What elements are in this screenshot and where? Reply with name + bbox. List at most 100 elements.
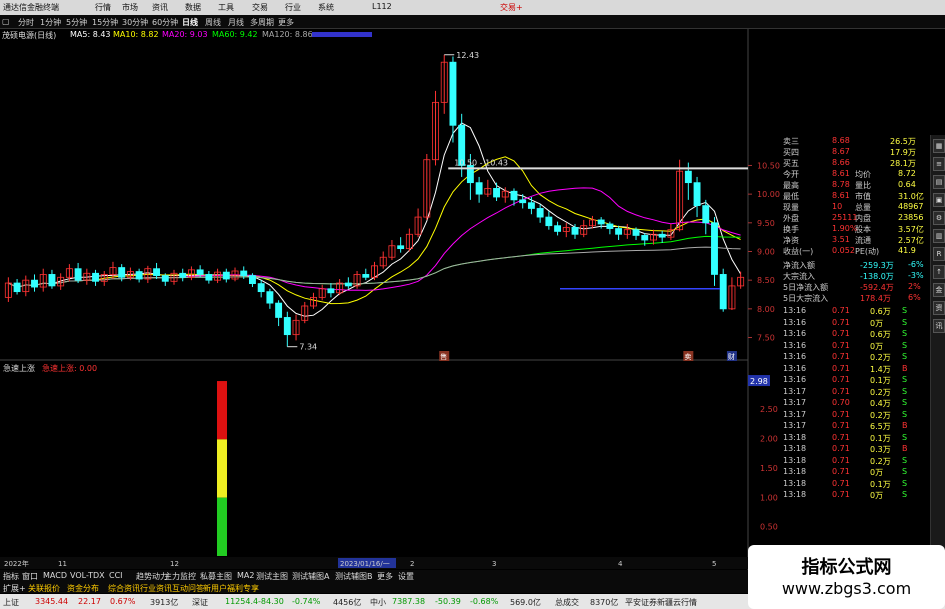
- kline-chart[interactable]: 12.43 7.34 10.50 - 10.43 售 卖 财 急速上涨 急速上涨: 0.00…: [0, 29, 780, 574]
- sub-tab[interactable]: 关联报价: [28, 583, 60, 594]
- panel-icon[interactable]: ▥: [933, 229, 945, 243]
- menu-item[interactable]: 系统: [318, 2, 334, 13]
- rsi-icon[interactable]: R: [933, 247, 945, 261]
- candle-body: [327, 288, 335, 294]
- tick-price: 0.71: [832, 467, 850, 476]
- sub-tab[interactable]: 综合资讯: [108, 583, 140, 594]
- status-v2: -50.39: [435, 597, 461, 606]
- tick-price: 0.71: [832, 490, 850, 499]
- tick-row: 13:17 0.71 0.2万 S: [780, 409, 930, 421]
- list-icon[interactable]: ≡: [933, 157, 945, 171]
- period-item[interactable]: 更多: [278, 17, 294, 28]
- indicator-tab[interactable]: MACD: [43, 571, 67, 580]
- tick-side: S: [902, 340, 908, 350]
- fund-icon[interactable]: 金: [933, 283, 945, 297]
- period-item[interactable]: 60分钟: [152, 17, 178, 28]
- candle-body: [48, 274, 56, 287]
- period-item[interactable]: 分时: [18, 17, 34, 28]
- tick-time: 13:18: [783, 455, 807, 465]
- indicator-tab[interactable]: 主力监控: [164, 571, 196, 582]
- sub-tick-label: 1.00: [760, 493, 778, 502]
- date-label: 4: [618, 560, 623, 568]
- menu-item[interactable]: 交易: [252, 2, 268, 13]
- candle-body: [249, 275, 256, 285]
- status-label: 总成交: [555, 598, 579, 607]
- sub-tab[interactable]: 资金分布: [67, 583, 99, 594]
- trade-button[interactable]: 交易+: [500, 2, 523, 13]
- menu-item[interactable]: 资讯: [152, 2, 168, 13]
- watermark: 指标公式网 www.zbgs3.com: [748, 545, 945, 609]
- quote-value2: 48967: [898, 202, 924, 211]
- status-label: 中小: [370, 598, 386, 607]
- sub-tab[interactable]: 互动问答: [172, 583, 204, 594]
- chart-icon[interactable]: ▤: [933, 175, 945, 189]
- indicator-tab[interactable]: MA2: [237, 571, 254, 580]
- status-v3: -0.74%: [292, 597, 321, 606]
- indicator-tab[interactable]: 指标: [3, 571, 19, 582]
- tick-volume: 0.2万: [870, 387, 891, 397]
- indicator-tab[interactable]: VOL-TDX: [70, 571, 105, 580]
- indicator-tab[interactable]: 测试辅图A: [292, 571, 329, 582]
- sub-tab[interactable]: 新用户福利专享: [203, 583, 259, 594]
- status-v1: 3345.44: [35, 597, 69, 606]
- period-item[interactable]: 1分钟: [40, 17, 61, 28]
- candle-body: [135, 271, 143, 280]
- indicator-tab[interactable]: 窗口: [22, 571, 38, 582]
- menu-item[interactable]: 数据: [185, 2, 201, 13]
- period-item[interactable]: 月线: [228, 17, 244, 28]
- period-item[interactable]: 多周期: [250, 17, 274, 28]
- period-item-active[interactable]: 日线: [182, 17, 198, 28]
- tick-row: 13:17 0.71 0.2万 S: [780, 386, 930, 398]
- tick-row: 13:17 0.70 0.4万 S: [780, 397, 930, 409]
- price-axis: 10.50 10.00 9.50 9.00 8.50 8.00 7.50: [748, 161, 780, 343]
- candle-body: [179, 272, 187, 278]
- tick-side: S: [902, 352, 908, 361]
- sub-value-label: 2.98: [750, 377, 768, 386]
- arrow-icon[interactable]: ↑: [933, 265, 945, 279]
- indicator-tab[interactable]: 设置: [398, 571, 414, 582]
- period-icon[interactable]: ▢: [2, 17, 10, 26]
- settings-icon[interactable]: ⚙: [933, 211, 945, 225]
- status-v1: 7387.38: [392, 597, 426, 606]
- indicator-tab[interactable]: 测试主图: [256, 571, 288, 582]
- tick-row: 13:17 0.71 6.5万 B: [780, 420, 930, 432]
- flow-pct: 6%: [908, 293, 921, 302]
- menu-item[interactable]: 行业: [285, 2, 301, 13]
- date-label: 2022年: [4, 559, 29, 568]
- sub-tab[interactable]: 行业资讯: [140, 583, 172, 594]
- tick-row: 13:16 0.71 0.6万 S: [780, 328, 930, 340]
- news-icon[interactable]: 讯: [933, 319, 945, 333]
- indicator-tab[interactable]: CCI: [109, 571, 123, 580]
- menu-item[interactable]: 行情: [95, 2, 111, 13]
- status-v1: 11254.4: [225, 597, 259, 606]
- indicator-tab[interactable]: 更多: [377, 571, 393, 582]
- period-item[interactable]: 5分钟: [66, 17, 87, 28]
- price-tick-label: 7.50: [757, 334, 775, 343]
- sub-indicator: 急速上涨 急速上涨: 0.00 2.50 2.00 1.50 1.00 0.50 2.98: [3, 363, 778, 556]
- window-icon[interactable]: ▣: [933, 193, 945, 207]
- indicator-tab[interactable]: 私募主图: [200, 571, 232, 582]
- tick-volume: 0.6万: [870, 330, 891, 339]
- menu-item[interactable]: 工具: [218, 2, 234, 13]
- period-item[interactable]: 30分钟: [122, 17, 148, 28]
- status-v4: 569.0亿: [510, 598, 541, 607]
- period-item[interactable]: 15分钟: [92, 17, 118, 28]
- tick-side: S: [902, 467, 908, 476]
- grid-icon[interactable]: ▦: [933, 139, 945, 153]
- period-item[interactable]: 周线: [205, 17, 221, 28]
- tick-row: 13:18 0.71 0.2万 S: [780, 455, 930, 467]
- moving-averages: [8, 122, 742, 317]
- flow-label: 5日大宗流入: [783, 294, 829, 303]
- candle-body: [74, 268, 82, 281]
- candle-body: [31, 279, 38, 288]
- menu-item[interactable]: 市场: [122, 2, 138, 13]
- candle-body: [597, 219, 605, 225]
- info-icon[interactable]: 资: [933, 301, 945, 315]
- candle-body: [545, 216, 553, 227]
- tick-volume: 1.4万: [870, 364, 891, 374]
- sub-tab[interactable]: 扩展+: [3, 583, 26, 594]
- tick-price: 0.71: [832, 409, 850, 419]
- tick-volume: 0.4万: [870, 399, 891, 408]
- indicator-tab[interactable]: 测试辅图B: [335, 571, 373, 582]
- flow-pct: -3%: [908, 271, 924, 280]
